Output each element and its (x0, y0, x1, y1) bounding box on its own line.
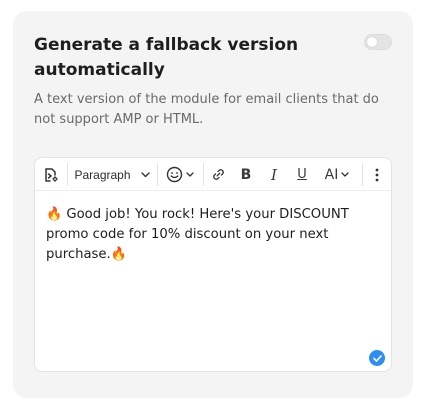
toolbar-divider (203, 163, 204, 186)
fire-emoji: 🔥 (46, 207, 63, 222)
fallback-settings-card: Generate a fallback version automaticall… (13, 11, 413, 398)
emoji-dropdown[interactable] (162, 163, 198, 186)
paragraph-format-dropdown[interactable]: Paragraph (74, 163, 150, 186)
italic-button[interactable]: I (263, 163, 285, 186)
text-editor[interactable]: Paragraph B I U AI 🔥 Good job! You rock!… (34, 157, 392, 372)
toolbar-divider (157, 163, 158, 186)
editor-toolbar: Paragraph B I U AI (35, 158, 391, 191)
section-title: Generate a fallback version automaticall… (34, 35, 299, 80)
link-icon (211, 167, 226, 182)
variables-button[interactable] (39, 163, 63, 186)
editor-text: Good job! You rock! Here's your DISCOUNT… (46, 207, 349, 262)
toolbar-divider (362, 163, 363, 186)
chevron-down-icon (186, 171, 194, 178)
fallback-toggle[interactable] (364, 34, 392, 50)
fire-emoji: 🔥 (110, 247, 127, 262)
italic-label: I (271, 165, 277, 184)
bold-label: B (240, 166, 252, 183)
toolbar-divider (67, 163, 68, 186)
grammar-check-icon[interactable] (369, 350, 385, 366)
toggle-knob (367, 37, 377, 47)
link-button[interactable] (207, 163, 229, 186)
font-size-dropdown[interactable]: AI (318, 163, 356, 186)
chevron-down-icon (140, 171, 150, 178)
emoji-icon (166, 166, 183, 183)
font-size-label: AI (324, 166, 339, 183)
editor-content[interactable]: 🔥 Good job! You rock! Here's your DISCOU… (46, 205, 384, 265)
chevron-down-icon (341, 171, 350, 178)
underline-button[interactable]: U (291, 163, 313, 186)
more-options-button[interactable] (366, 163, 388, 186)
variables-icon (42, 166, 60, 184)
format-label: Paragraph (74, 167, 131, 182)
bold-button[interactable]: B (235, 163, 257, 186)
section-description: A text version of the module for email c… (34, 92, 379, 127)
underline-label: U (297, 167, 307, 182)
more-icon (375, 168, 379, 182)
